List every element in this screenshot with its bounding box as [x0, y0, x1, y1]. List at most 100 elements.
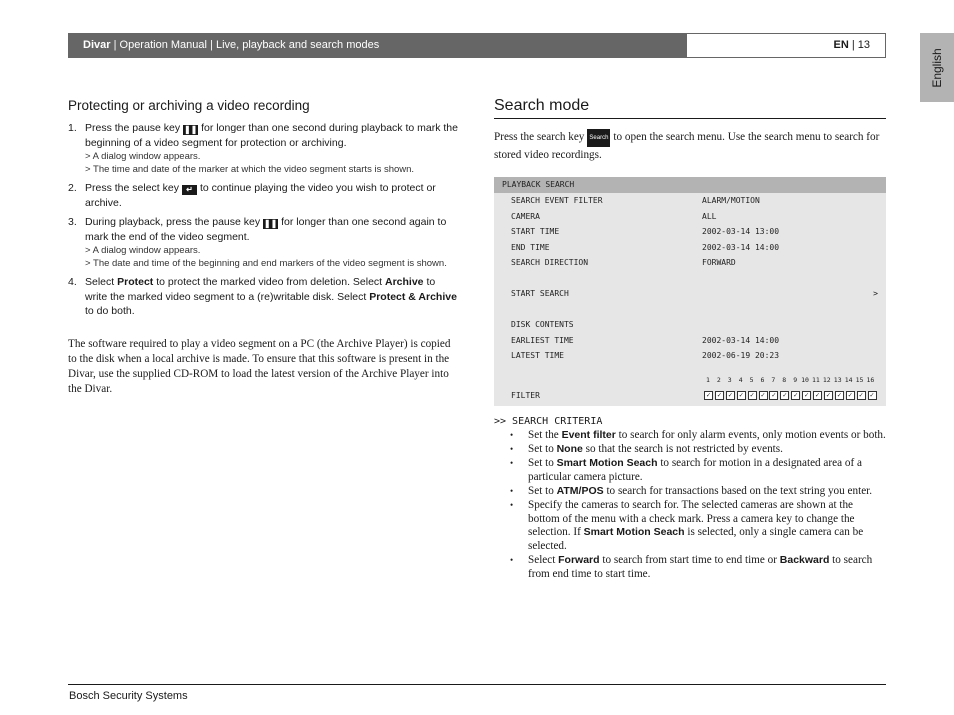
camera-checkbox[interactable]: ✓ [725, 390, 735, 400]
camera-checkbox[interactable]: ✓ [791, 390, 801, 400]
menu-label: DISK CONTENTS [511, 320, 574, 329]
camera-number: 14 [844, 375, 853, 384]
menu-row-event-filter[interactable]: SEARCH EVENT FILTER ALARM/MOTION [494, 193, 886, 209]
menu-row-start-time[interactable]: START TIME 2002-03-14 13:00 [494, 224, 886, 240]
menu-value: 2002-06-19 20:23 [702, 351, 780, 360]
term-protect: Protect [117, 276, 154, 288]
intro-text: Press the search key [494, 131, 585, 143]
criteria-text: Select [528, 554, 559, 567]
menu-row-start-search[interactable]: START SEARCH > [494, 286, 886, 302]
camera-checkbox[interactable]: ✓ [704, 390, 713, 400]
step-text: to do both. [85, 305, 135, 317]
camera-checkbox[interactable]: ✓ [769, 390, 779, 400]
criteria-text: to search for only alarm events, only mo… [615, 428, 886, 441]
term: Smart Motion Seach [556, 456, 658, 469]
section-heading-protect-archive: Protecting or archiving a video recordin… [68, 98, 310, 113]
chevron-right-icon: > [873, 289, 878, 298]
camera-checkbox[interactable]: ✓ [736, 390, 746, 400]
menu-row-latest-time: LATEST TIME 2002-06-19 20:23 [494, 348, 886, 364]
language-code: EN [833, 39, 849, 51]
section-title: Live, playback and search modes [215, 39, 380, 51]
term: Event filter [561, 428, 616, 441]
step-result: > A dialog window appears. [85, 245, 201, 256]
criteria-text: so that the search is not restricted by … [582, 442, 783, 455]
step-text: Press the select key [85, 182, 179, 194]
camera-number: 5 [749, 375, 754, 384]
step-number: 3. [68, 216, 77, 228]
menu-label: START TIME [511, 227, 560, 236]
camera-number: 12 [822, 375, 831, 384]
camera-number: 15 [855, 375, 864, 384]
language-tab: English [920, 33, 954, 102]
camera-checkbox[interactable]: ✓ [867, 390, 877, 400]
camera-checkbox[interactable]: ✓ [834, 390, 844, 400]
menu-label: LATEST TIME [511, 351, 564, 360]
language-tab-label: English [930, 47, 944, 88]
criteria-text: to search from start time to end time or [599, 554, 780, 567]
step-text: Select [85, 276, 118, 288]
term: None [556, 442, 583, 455]
menu-value: FORWARD [702, 258, 736, 267]
step-item: 4. Select Protect to protect the marked … [68, 275, 460, 319]
camera-number: 13 [833, 375, 842, 384]
section-heading-search-mode: Search mode [494, 97, 886, 119]
menu-row-earliest-time: EARLIEST TIME 2002-03-14 14:00 [494, 333, 886, 349]
camera-number: 7 [771, 375, 776, 384]
camera-checkbox[interactable]: ✓ [823, 390, 833, 400]
menu-value: ALARM/MOTION [702, 196, 760, 205]
camera-number: 6 [760, 375, 765, 384]
criteria-text: Set to [528, 484, 557, 497]
menu-row-camera[interactable]: CAMERA ALL [494, 209, 886, 225]
menu-value: 2002-03-14 14:00 [702, 242, 780, 252]
menu-label: SEARCH EVENT FILTER [511, 196, 603, 205]
criteria-item: Set to None so that the search is not re… [494, 443, 886, 457]
archive-player-paragraph: The software required to play a video se… [68, 337, 451, 395]
camera-checkbox[interactable]: ✓ [845, 390, 855, 400]
menu-label: EARLIEST TIME [511, 335, 574, 345]
camera-checkbox[interactable]: ✓ [758, 390, 768, 400]
pause-key-icon: ❚❚ [263, 219, 279, 229]
criteria-item: Set to ATM/POS to search for transaction… [494, 485, 886, 499]
step-number: 2. [68, 182, 77, 194]
criteria-list: Set the Event filter to search for only … [494, 429, 886, 582]
camera-checkbox[interactable]: ✓ [714, 390, 724, 400]
menu-label: FILTER [511, 390, 540, 400]
menu-label: CAMERA [511, 211, 540, 221]
running-header: Divar | Operation Manual | Live, playbac… [68, 33, 687, 58]
camera-number: 1 [706, 375, 710, 384]
step-text: to protect the marked video from deletio… [153, 276, 385, 288]
search-key-icon: Search [587, 129, 611, 147]
term-archive: Archive [385, 276, 424, 288]
camera-number: 8 [782, 375, 787, 384]
criteria-item: Set the Event filter to search for only … [494, 429, 886, 443]
footer-company: Bosch Security Systems [69, 690, 188, 702]
manual-title: Operation Manual [119, 39, 207, 51]
step-item: 1. Press the pause key ❚❚ for longer than … [68, 121, 460, 176]
menu-row-search-direction[interactable]: SEARCH DIRECTION FORWARD [494, 255, 886, 271]
right-column: Search mode Press the search key Search to… [494, 97, 886, 582]
camera-checkbox[interactable]: ✓ [802, 390, 812, 400]
menu-row-filter: FILTER ✓ ✓ ✓ ✓ ✓ ✓ ✓ ✓ ✓ ✓ ✓ ✓ ✓ ✓ ✓ ✓ [494, 387, 886, 404]
product-name: Divar [83, 39, 111, 51]
camera-number: 2 [716, 375, 721, 384]
step-result: > A dialog window appears. [85, 151, 201, 162]
camera-checkbox[interactable]: ✓ [813, 390, 822, 400]
search-criteria-heading: >> SEARCH CRITERIA [494, 415, 603, 427]
term: Smart Motion Seach [583, 526, 685, 539]
menu-label: START SEARCH [511, 289, 569, 298]
menu-value: ALL [702, 211, 717, 221]
camera-checkbox[interactable]: ✓ [780, 390, 790, 400]
menu-row-end-time[interactable]: END TIME 2002-03-14 14:00 [494, 240, 886, 256]
camera-checkbox[interactable]: ✓ [856, 390, 866, 400]
term-protect-archive: Protect & Archive [369, 290, 457, 303]
steps-list: 1. Press the pause key ❚❚ for longer than … [68, 121, 460, 319]
menu-spacer [494, 364, 886, 372]
camera-number: 4 [738, 375, 743, 384]
camera-number: 11 [812, 375, 820, 384]
camera-checkbox[interactable]: ✓ [747, 390, 757, 400]
step-result: > The date and time of the beginning and… [85, 258, 447, 269]
step-number: 1. [68, 122, 77, 134]
step-number: 4. [68, 276, 77, 288]
page-number-box: EN | 13 [687, 33, 886, 58]
header-separator: | [206, 39, 216, 51]
